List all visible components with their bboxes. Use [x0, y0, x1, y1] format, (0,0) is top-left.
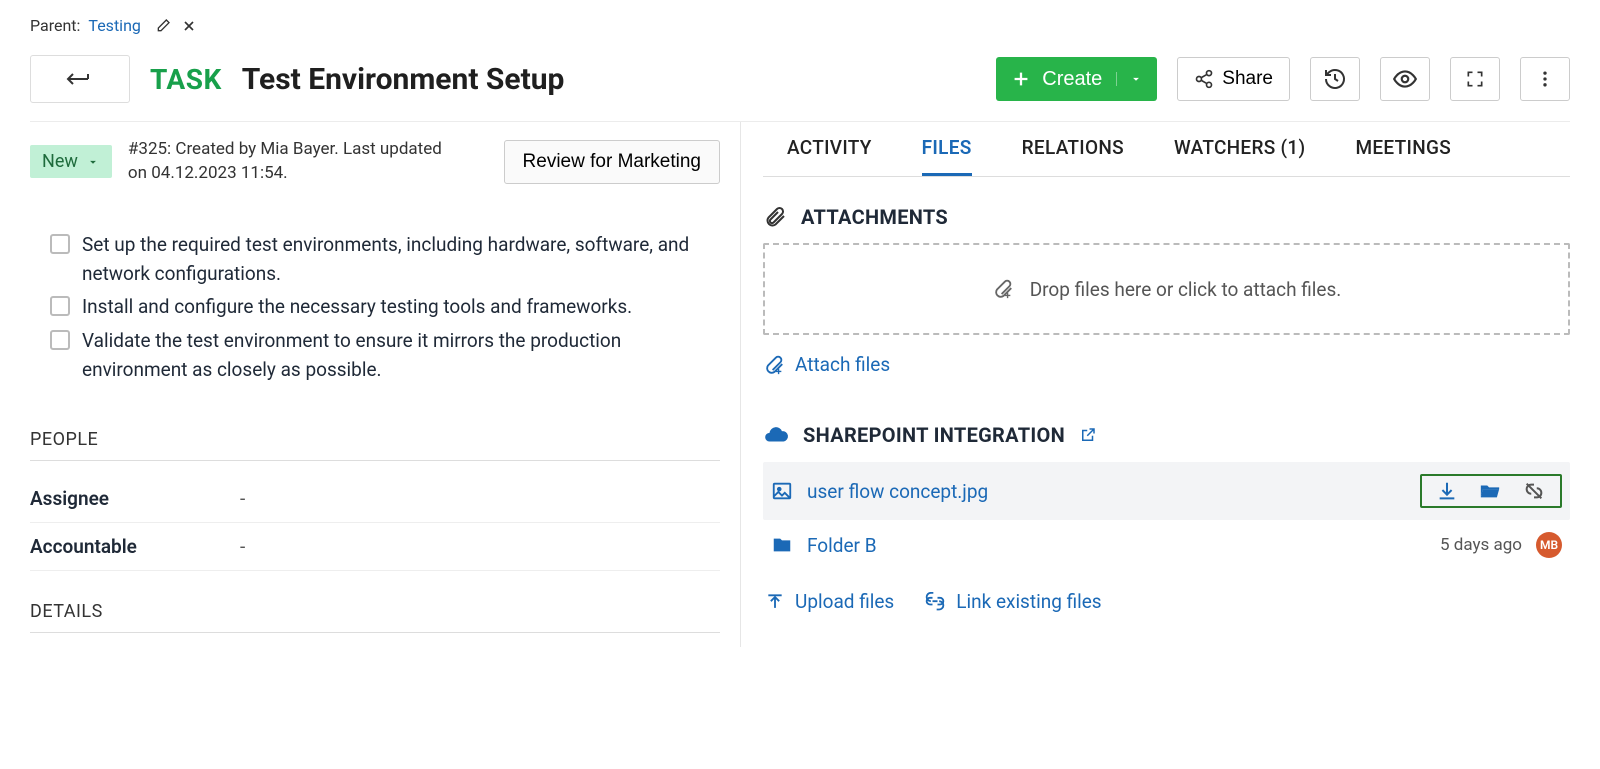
checkbox[interactable] [50, 330, 70, 350]
share-button[interactable]: Share [1177, 57, 1290, 101]
right-tabs: ACTIVITY FILES RELATIONS WATCHERS (1) ME… [763, 122, 1570, 177]
checklist-text: Install and configure the necessary test… [82, 292, 632, 321]
parent-link[interactable]: Testing [88, 16, 140, 35]
image-icon [771, 480, 793, 502]
attachments-dropzone[interactable]: Drop files here or click to attach files… [763, 243, 1570, 335]
work-type-label: TASK [150, 63, 222, 96]
assignee-field[interactable]: Assignee - [30, 475, 720, 523]
folder-icon [771, 534, 793, 556]
tab-relations[interactable]: RELATIONS [1022, 136, 1124, 176]
tab-files[interactable]: FILES [922, 136, 972, 176]
back-button[interactable] [30, 55, 130, 103]
create-button-label: Create [1042, 68, 1102, 91]
header: TASK Test Environment Setup Create Share [30, 47, 1570, 122]
checklist-text: Validate the test environment to ensure … [82, 326, 710, 385]
folder-meta: 5 days ago [1440, 535, 1522, 555]
file-name[interactable]: user flow concept.jpg [807, 480, 988, 503]
folder-name[interactable]: Folder B [807, 534, 877, 557]
assignee-value: - [240, 487, 245, 510]
tab-watchers[interactable]: WATCHERS (1) [1174, 136, 1306, 176]
sharepoint-file-row[interactable]: user flow concept.jpg [763, 462, 1570, 520]
avatar: MB [1536, 532, 1562, 558]
parent-label: Parent: [30, 16, 80, 35]
edit-icon[interactable] [155, 18, 171, 34]
accountable-label: Accountable [30, 535, 240, 558]
checklist-item: Install and configure the necessary test… [50, 292, 720, 321]
file-actions-toolbar [1420, 474, 1562, 508]
history-button[interactable] [1310, 57, 1360, 101]
dropzone-text: Drop files here or click to attach files… [1030, 278, 1342, 301]
checkbox[interactable] [50, 234, 70, 254]
create-button[interactable]: Create [996, 57, 1157, 101]
attachments-heading: ATTACHMENTS [801, 205, 948, 229]
page-title[interactable]: Test Environment Setup [242, 62, 565, 97]
status-label: New [42, 151, 78, 172]
paperclip-icon [763, 205, 787, 229]
sharepoint-folder-row[interactable]: Folder B 5 days ago MB [763, 520, 1570, 570]
checklist-text: Set up the required test environments, i… [82, 230, 710, 289]
tab-meetings[interactable]: MEETINGS [1355, 136, 1451, 176]
attach-files-label: Attach files [795, 353, 890, 376]
people-heading: PEOPLE [30, 399, 720, 461]
link-existing-link[interactable]: Link existing files [924, 584, 1101, 619]
accountable-value: - [240, 535, 245, 558]
checklist-item: Set up the required test environments, i… [50, 230, 720, 289]
link-existing-label: Link existing files [956, 590, 1101, 613]
meta-text: #325: Created by Mia Bayer. Last updated… [128, 138, 458, 186]
download-icon[interactable] [1436, 480, 1458, 502]
upload-files-label: Upload files [795, 590, 894, 613]
share-button-label: Share [1222, 68, 1273, 90]
cloud-icon [763, 422, 789, 448]
fullscreen-button[interactable] [1450, 57, 1500, 101]
checkbox[interactable] [50, 296, 70, 316]
review-button[interactable]: Review for Marketing [504, 140, 720, 184]
description-checklist: Set up the required test environments, i… [30, 202, 720, 399]
open-folder-icon[interactable] [1478, 480, 1502, 502]
tab-activity[interactable]: ACTIVITY [787, 136, 872, 176]
status-dropdown[interactable]: New [30, 145, 112, 178]
accountable-field[interactable]: Accountable - [30, 523, 720, 571]
sharepoint-heading: SHAREPOINT INTEGRATION [803, 423, 1065, 447]
external-link-icon[interactable] [1079, 426, 1097, 444]
more-button[interactable] [1520, 57, 1570, 101]
assignee-label: Assignee [30, 487, 240, 510]
breadcrumb: Parent: Testing [30, 10, 1570, 47]
checklist-item: Validate the test environment to ensure … [50, 326, 720, 385]
upload-files-link[interactable]: Upload files [765, 584, 894, 619]
chevron-down-icon[interactable] [1116, 72, 1143, 86]
close-icon[interactable] [181, 18, 197, 34]
details-heading: DETAILS [30, 571, 720, 633]
watch-button[interactable] [1380, 57, 1430, 101]
unlink-icon[interactable] [1522, 480, 1546, 502]
attach-files-link[interactable]: Attach files [763, 335, 890, 394]
